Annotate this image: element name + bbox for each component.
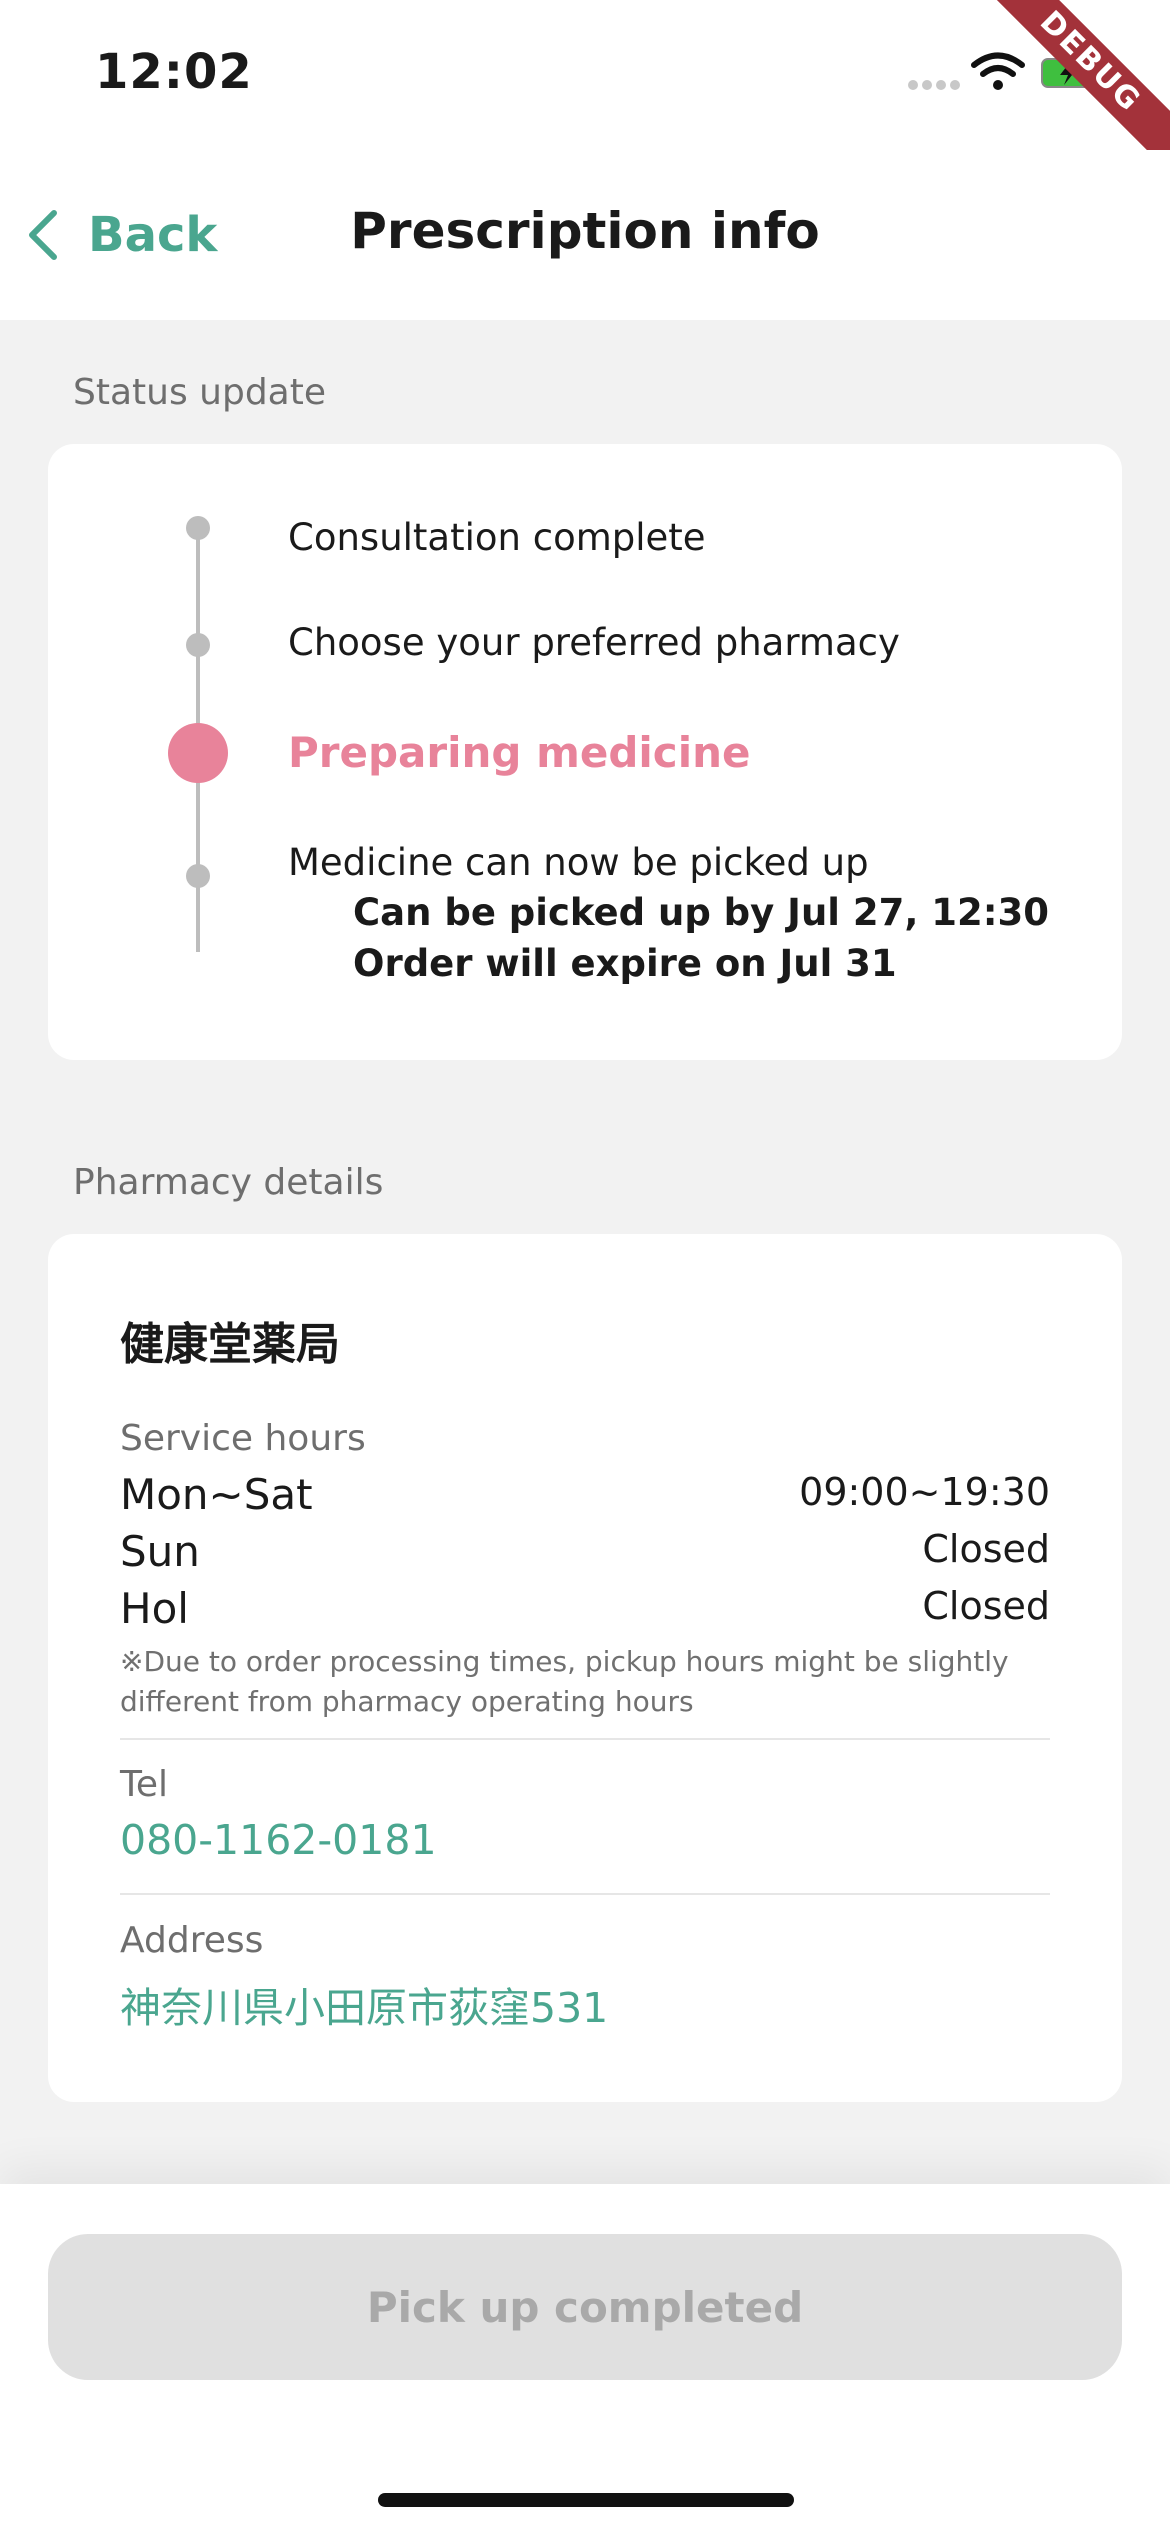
wifi-icon [971,52,1025,90]
hours-time: Closed [922,1527,1050,1571]
hours-time: 09:00~19:30 [799,1470,1050,1514]
service-hours-label: Service hours [120,1418,366,1459]
pickup-completed-button[interactable]: Pick up completed [48,2234,1122,2380]
hours-row: Mon~Sat 09:00~19:30 [120,1470,1050,1519]
hours-day: Hol [120,1584,189,1633]
pharmacy-section-label: Pharmacy details [73,1162,384,1203]
divider [120,1738,1050,1740]
hours-row: Sun Closed [120,1527,1050,1576]
pharmacy-name: 健康堂薬局 [120,1319,340,1370]
pharmacy-card: 健康堂薬局 Service hours Mon~Sat 09:00~19:30 … [48,1234,1122,2102]
status-time: 12:02 [95,44,253,100]
pickup-deadline: Can be picked up by Jul 27, 12:30 [353,891,1050,934]
order-expiry: Order will expire on Jul 31 [353,942,897,985]
step-choose-pharmacy: Choose your preferred pharmacy [288,621,900,664]
hours-day: Mon~Sat [120,1470,313,1519]
address-label: Address [120,1920,264,1961]
timeline-dot [186,516,210,540]
step-consultation-complete: Consultation complete [288,516,706,559]
page-title: Prescription info [350,202,820,260]
status-bar: 12:02 DEBUG [0,0,1170,184]
tel-label: Tel [120,1764,169,1805]
status-card: Consultation complete Choose your prefer… [48,444,1122,1060]
pickup-hours-note: ※Due to order processing times, pickup h… [120,1645,1009,1718]
hours-day: Sun [120,1527,200,1576]
status-section-label: Status update [73,372,327,413]
address-link[interactable]: 神奈川県小田原市荻窪531 [120,1974,608,2034]
timeline-dot [186,864,210,888]
bottom-action-area: Pick up completed [0,2184,1170,2532]
home-indicator [378,2493,794,2507]
navigation-bar: Back Prescription info [0,150,1170,320]
cellular-signal-icon [908,80,960,90]
hours-time: Closed [922,1584,1050,1628]
timeline-dot-active [168,723,228,783]
timeline-dot [186,633,210,657]
divider [120,1893,1050,1895]
hours-row: Hol Closed [120,1584,1050,1633]
step-preparing-medicine: Preparing medicine [288,728,751,777]
step-ready-for-pickup: Medicine can now be picked up [288,841,869,884]
tel-link[interactable]: 080-1162-0181 [120,1816,437,1864]
